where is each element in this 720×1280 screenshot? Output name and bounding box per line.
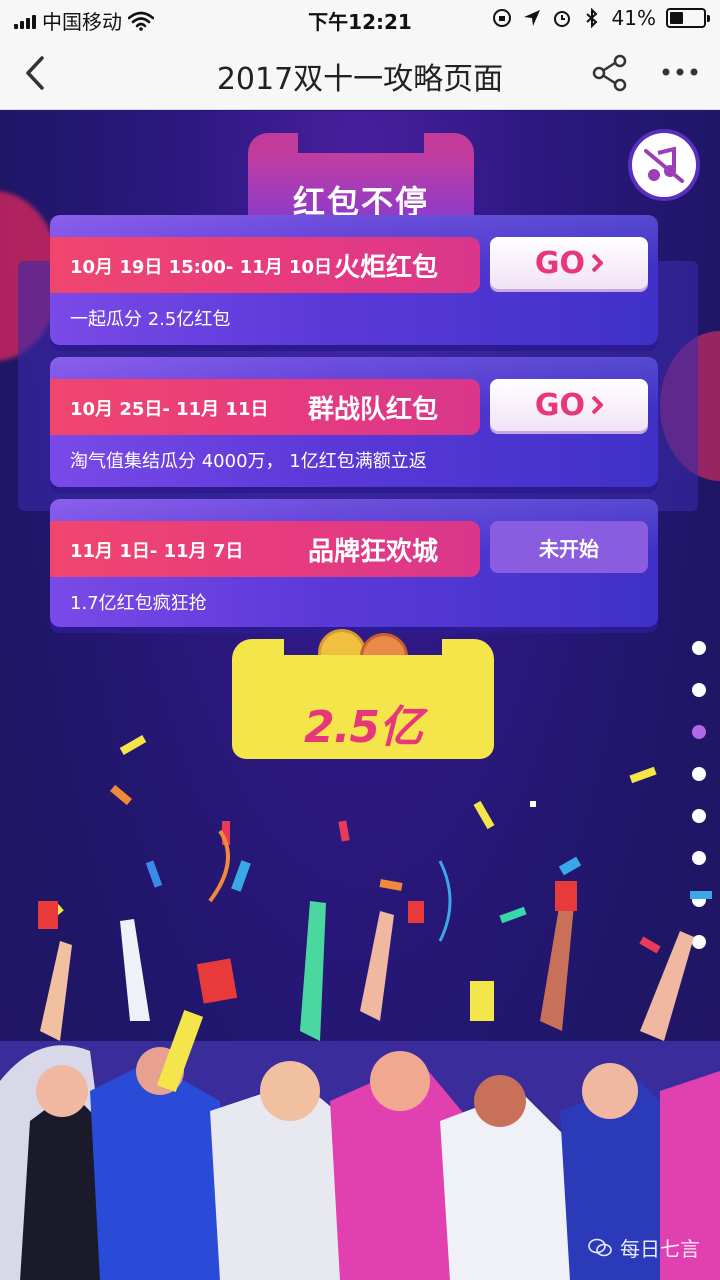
share-icon[interactable]	[590, 53, 630, 93]
card-date: 10月 19日 15:00- 11月 10日	[70, 257, 333, 278]
pager-dot[interactable]	[692, 641, 706, 655]
battery-fill	[670, 12, 684, 24]
not-started-button[interactable]: 未开始	[490, 521, 648, 573]
rotation-lock-icon	[492, 9, 511, 27]
bluetooth-icon	[585, 8, 598, 28]
watermark-text: 每日七言	[620, 1237, 700, 1261]
promo-page: 红包不停 10月 19日 15:00- 11月 10日 火炬红包 一起瓜分 2.…	[0, 111, 720, 1280]
card-name: 群战队红包	[307, 395, 438, 425]
card-name: 品牌狂欢城	[307, 537, 438, 567]
card-torch-redpacket: 10月 19日 15:00- 11月 10日 火炬红包 一起瓜分 2.5亿红包 …	[50, 215, 658, 345]
go-label: GO	[534, 245, 586, 281]
card-date: 10月 25日- 11月 11日	[70, 399, 269, 420]
chevron-right-icon	[591, 253, 604, 273]
wechat-icon	[588, 1238, 612, 1256]
nav-bar: 2017双十一攻略页面	[0, 36, 720, 110]
card-date: 11月 1日- 11月 7日	[70, 541, 244, 562]
pager-dot[interactable]	[692, 683, 706, 697]
card-desc: 1.7亿红包疯狂抢	[70, 593, 207, 614]
go-button[interactable]: GO	[490, 237, 648, 289]
card-desc: 一起瓜分 2.5亿红包	[70, 309, 231, 330]
card-brand-carnival: 11月 1日- 11月 7日 品牌狂欢城 1.7亿红包疯狂抢 未开始	[50, 499, 658, 627]
card-name: 火炬红包	[333, 253, 438, 283]
go-label: GO	[534, 387, 586, 423]
more-icon[interactable]	[660, 62, 700, 82]
crowd-illustration	[0, 881, 720, 1280]
status-right: 41%	[492, 6, 710, 30]
chevron-right-icon	[591, 395, 604, 415]
watermark: 每日七言	[588, 1233, 700, 1262]
battery-icon	[666, 8, 710, 28]
card-team-redpacket: 10月 25日- 11月 11日 群战队红包 淘气值集结瓜分 4000万， 1亿…	[50, 357, 658, 487]
music-mute-icon[interactable]	[632, 133, 696, 197]
go-button[interactable]: GO	[490, 379, 648, 431]
alarm-icon	[553, 11, 570, 27]
battery-percent: 41%	[611, 6, 656, 30]
card-desc: 淘气值集结瓜分 4000万， 1亿红包满额立返	[70, 451, 427, 472]
location-icon	[523, 10, 540, 26]
status-bar: 中国移动 下午12:21 41%	[0, 0, 720, 36]
